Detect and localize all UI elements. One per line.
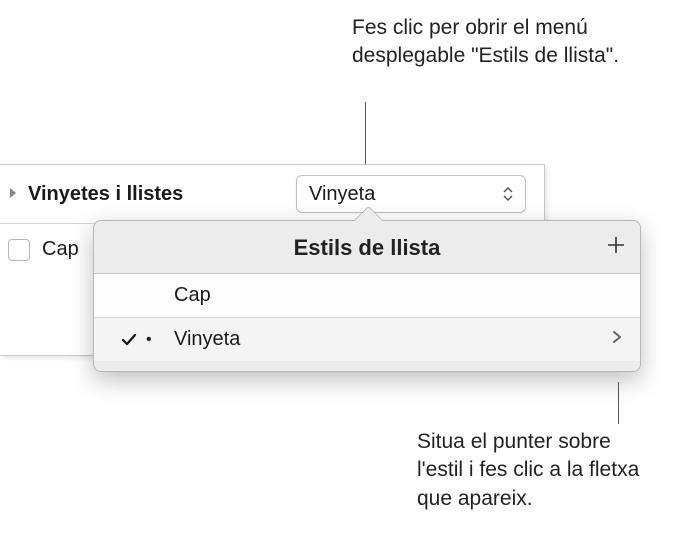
callout-bottom: Situa el punter sobre l'estil i fes clic…	[417, 428, 657, 513]
list-style-bullet[interactable]: • Vinyeta	[94, 318, 640, 361]
list-styles-popover: Estils de llista Cap • Vinyeta	[93, 220, 641, 372]
callout-line-top	[365, 102, 366, 164]
bullets-row: Vinyetes i llistes Vinyeta	[0, 165, 544, 224]
check-icon	[112, 331, 146, 349]
popover-footer	[94, 361, 640, 371]
callout-line-bottom	[618, 382, 619, 424]
bullet-icon: •	[146, 331, 174, 349]
callout-top: Fes clic per obrir el menú desplegable "…	[352, 14, 681, 71]
popover-title: Estils de llista	[94, 221, 640, 274]
dropcap-label: Cap	[42, 238, 79, 261]
bullets-label: Vinyetes i llistes	[28, 183, 296, 206]
list-style-none[interactable]: Cap	[94, 274, 640, 318]
chevron-updown-icon	[503, 186, 513, 202]
dropcap-checkbox[interactable]	[8, 239, 30, 261]
list-style-label: Cap	[174, 284, 622, 307]
chevron-right-icon[interactable]	[8, 186, 18, 203]
list-style-dropdown[interactable]: Vinyeta	[296, 175, 526, 213]
list-style-label: Vinyeta	[174, 328, 612, 351]
dropdown-value: Vinyeta	[309, 183, 375, 206]
popover-title-text: Estils de llista	[294, 235, 441, 260]
add-style-button[interactable]	[606, 233, 626, 259]
chevron-right-icon[interactable]	[612, 329, 622, 350]
